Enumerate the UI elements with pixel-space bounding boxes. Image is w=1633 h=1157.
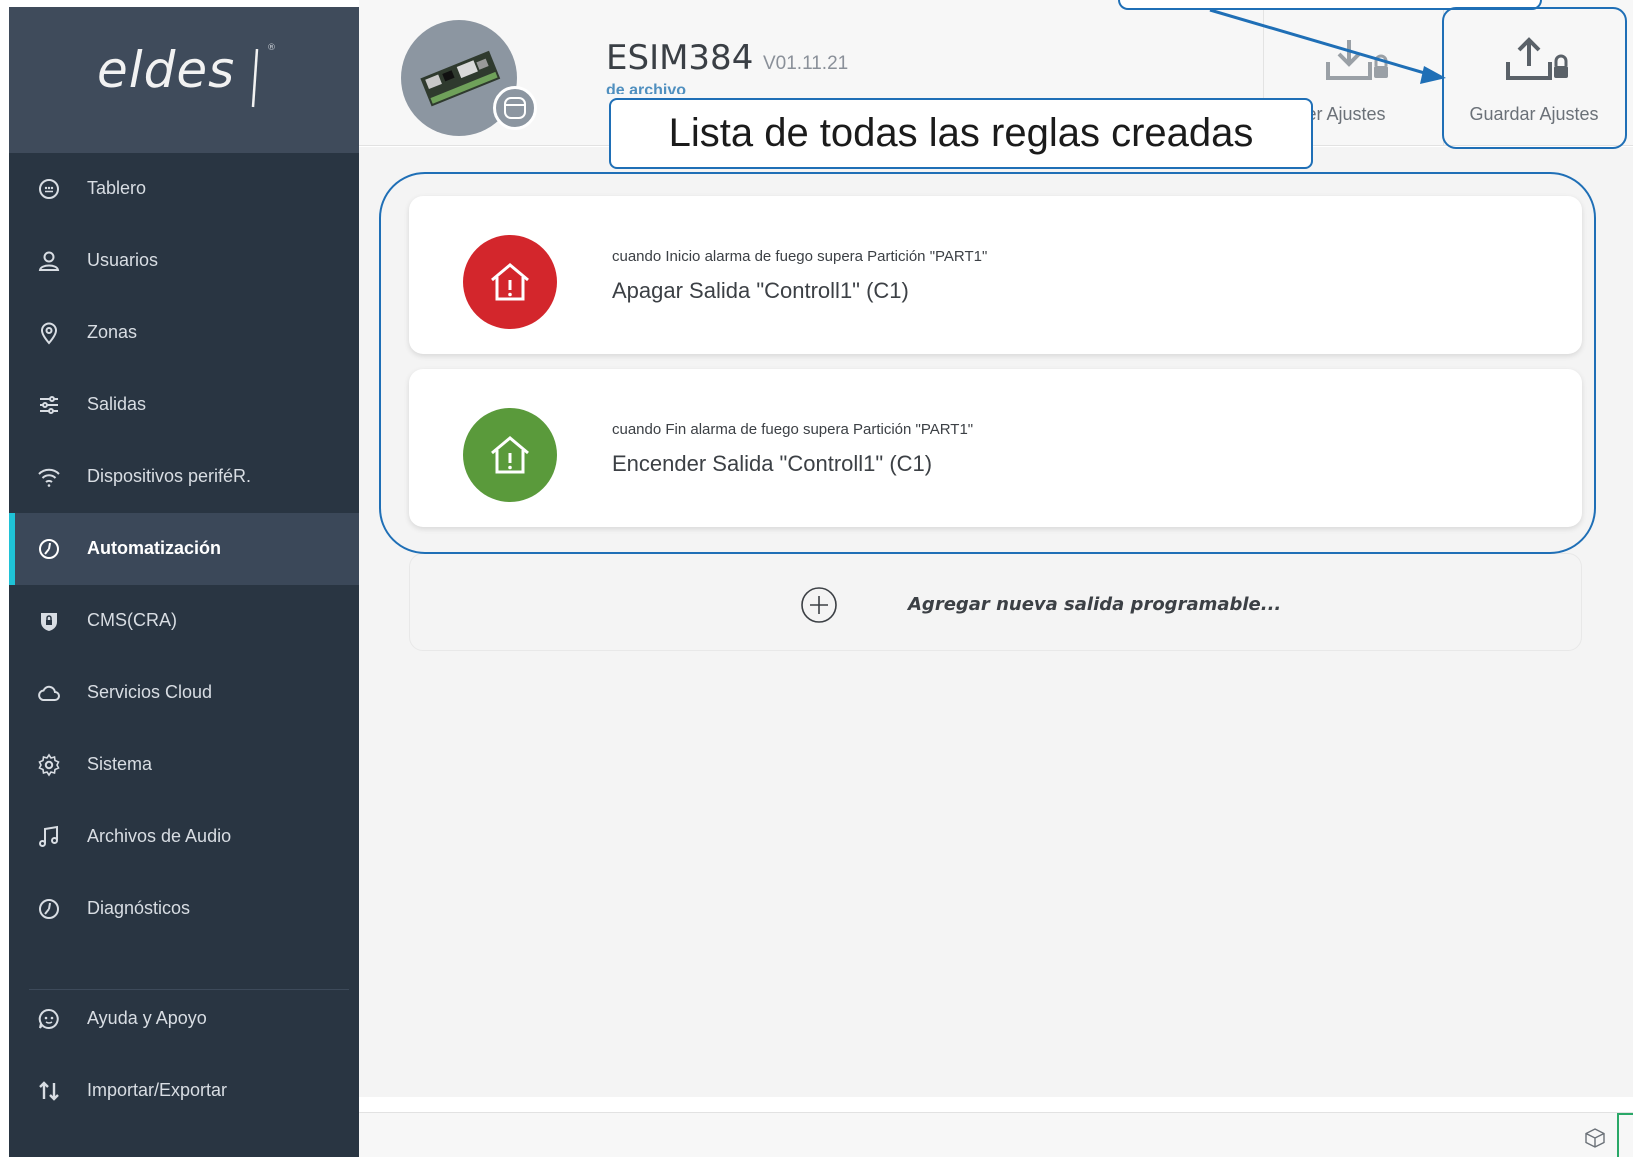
- annotation-rules-callout: Lista de todas las reglas creadas: [609, 98, 1313, 169]
- sidebar-item-label: Diagnósticos: [87, 898, 191, 918]
- logo-area: eldes ®: [9, 7, 359, 153]
- sidebar-item-automatizacion[interactable]: Automatización: [9, 513, 359, 585]
- annotation-save-outline: [1442, 7, 1627, 149]
- dashboard-icon: [39, 179, 59, 199]
- music-note-icon: [39, 825, 58, 847]
- sidebar: eldes ® Tablero Usuarios Zonas Salidas D…: [9, 7, 359, 1157]
- sidebar-item-label: Salidas: [87, 394, 147, 414]
- shield-lock-icon: [41, 613, 57, 631]
- sidebar-item-label: Importar/Exportar: [87, 1080, 228, 1100]
- add-rule-button[interactable]: Agregar nueva salida programable...: [409, 553, 1582, 651]
- registered-mark: ®: [267, 43, 276, 53]
- device-source: de archivo: [606, 82, 687, 94]
- sidebar-item-label: Servicios Cloud: [87, 682, 213, 702]
- sidebar-item-label: Tablero: [87, 178, 147, 198]
- sidebar-item-label: CMS(CRA): [87, 610, 177, 630]
- sidebar-item-sistema[interactable]: Sistema: [9, 729, 359, 801]
- sidebar-item-archivos-audio[interactable]: Archivos de Audio: [9, 801, 359, 873]
- device-title: ESIM384: [606, 38, 754, 78]
- sidebar-item-salidas[interactable]: Salidas: [9, 369, 359, 441]
- cube-icon[interactable]: [1584, 1127, 1606, 1149]
- import-export-icon: [39, 1081, 59, 1101]
- device-version: V01.11.21: [763, 53, 849, 74]
- sidebar-item-label: Archivos de Audio: [87, 826, 232, 846]
- sidebar-item-label: Sistema: [87, 754, 153, 774]
- sidebar-item-label: Ayuda y Apoyo: [87, 1008, 207, 1028]
- clock-icon: [39, 899, 59, 919]
- sidebar-item-importar-exportar[interactable]: Importar/Exportar: [9, 1055, 359, 1127]
- wifi-icon: [38, 468, 60, 487]
- chat-help-icon: [38, 1008, 59, 1029]
- device-badge-icon: [493, 86, 537, 130]
- sidebar-item-zonas[interactable]: Zonas: [9, 297, 359, 369]
- sidebar-item-cms[interactable]: CMS(CRA): [9, 585, 359, 657]
- sidebar-item-label: Usuarios: [87, 250, 159, 270]
- user-icon: [38, 251, 60, 271]
- sidebar-item-servicios-cloud[interactable]: Servicios Cloud: [9, 657, 359, 729]
- sidebar-item-tablero[interactable]: Tablero: [9, 153, 359, 225]
- eldes-logo: eldes: [97, 41, 236, 99]
- sliders-icon: [40, 396, 58, 414]
- app-window: eldes ® Tablero Usuarios Zonas Salidas D…: [0, 0, 1633, 1157]
- sidebar-item-label: Zonas: [87, 322, 138, 342]
- sidebar-item-dispositivos[interactable]: Dispositivos periféR.: [9, 441, 359, 513]
- sidebar-item-ayuda[interactable]: Ayuda y Apoyo: [9, 983, 359, 1055]
- download-lock-icon: [1326, 40, 1388, 80]
- sidebar-item-label: Automatización: [87, 538, 222, 558]
- sidebar-item-usuarios[interactable]: Usuarios: [9, 225, 359, 297]
- location-pin-icon: [40, 322, 58, 345]
- clock-icon: [39, 539, 59, 559]
- add-rule-label: Agregar nueva salida programable...: [908, 594, 1282, 615]
- plus-circle-icon: [801, 587, 837, 623]
- sidebar-item-diagnosticos[interactable]: Diagnósticos: [9, 873, 359, 945]
- cloud-icon: [38, 685, 60, 701]
- status-footer: [359, 1112, 1633, 1157]
- sidebar-item-label: Dispositivos periféR.: [87, 466, 252, 486]
- logo-slash-icon: [251, 49, 259, 108]
- footer-corner-mark: [1617, 1113, 1633, 1157]
- gear-icon: [38, 753, 60, 777]
- annotation-rules-outline: [379, 172, 1596, 554]
